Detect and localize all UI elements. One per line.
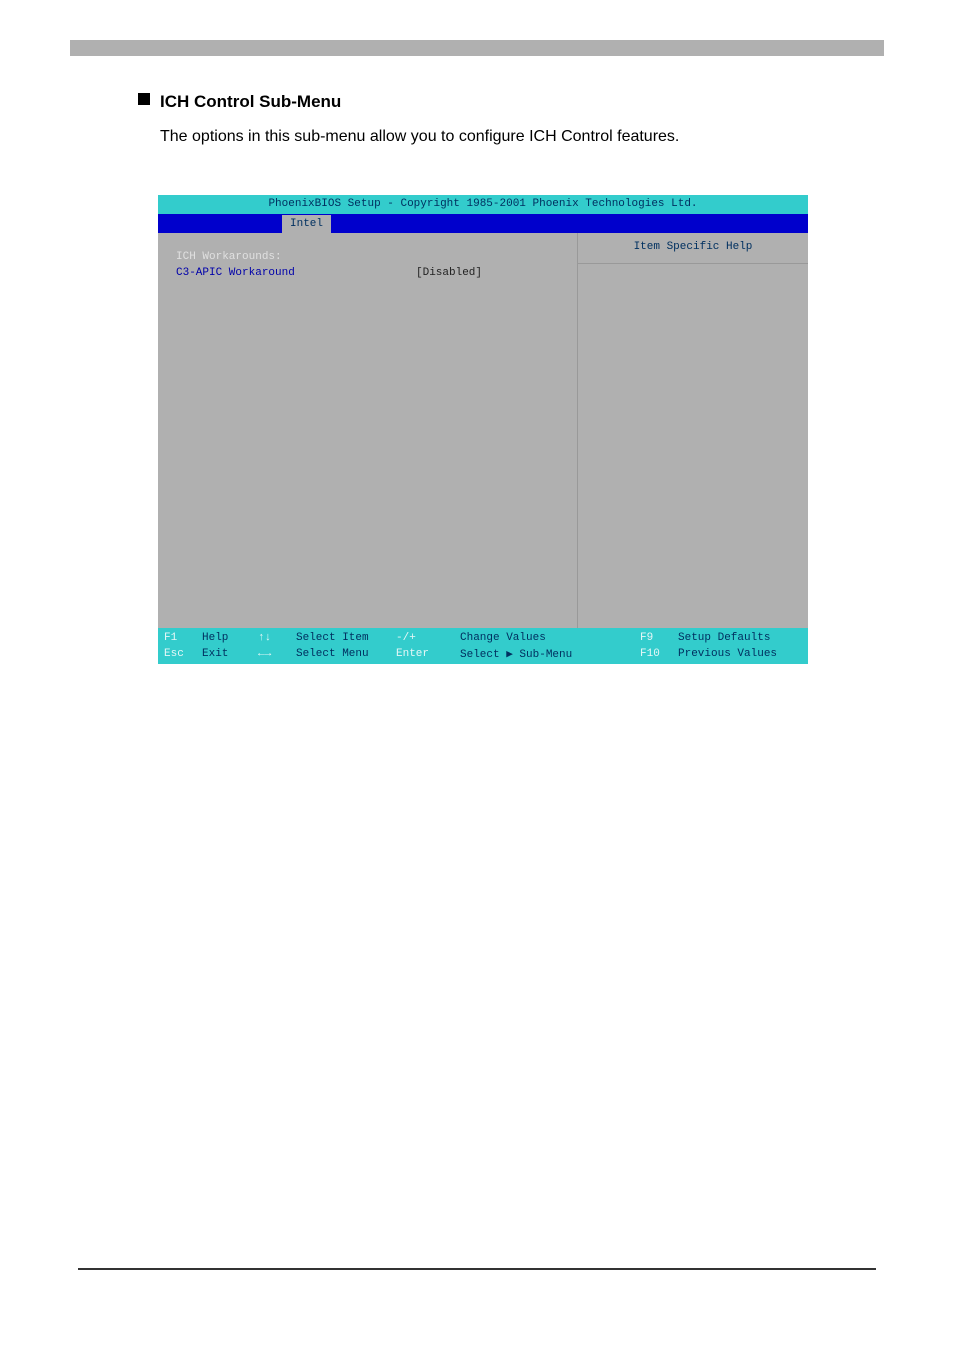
page-footer-line xyxy=(78,1268,876,1270)
key-f10-text: Previous Values xyxy=(678,648,798,660)
key-updown-text: Select Item xyxy=(296,632,396,644)
setting-label: C3-APIC Workaround xyxy=(176,267,416,279)
key-leftright-text: Select Menu xyxy=(296,648,396,660)
bios-title-bar: PhoenixBIOS Setup - Copyright 1985-2001 … xyxy=(158,195,808,214)
key-plusminus-text: Change Values xyxy=(460,632,640,644)
key-updown: ↑↓ xyxy=(258,632,296,644)
bios-footer: F1 Help ↑↓ Select Item -/+ Change Values… xyxy=(158,628,808,664)
key-esc-text: Exit xyxy=(202,648,258,660)
key-f1-text: Help xyxy=(202,632,258,644)
page-header-bar xyxy=(70,40,884,56)
key-f10: F10 xyxy=(640,648,678,660)
settings-section-header: ICH Workarounds: xyxy=(176,251,559,263)
key-leftright: ←→ xyxy=(258,648,296,660)
key-plusminus: -/+ xyxy=(396,632,460,644)
setting-row[interactable]: C3-APIC Workaround [Disabled] xyxy=(176,267,559,279)
key-esc: Esc xyxy=(164,648,202,660)
key-f1: F1 xyxy=(164,632,202,644)
bios-menu-bar[interactable]: Intel xyxy=(158,214,808,233)
setting-value[interactable]: [Disabled] xyxy=(416,267,482,279)
bios-screen: PhoenixBIOS Setup - Copyright 1985-2001 … xyxy=(158,195,808,663)
key-f9: F9 xyxy=(640,632,678,644)
key-f9-text: Setup Defaults xyxy=(678,632,798,644)
bios-content: ICH Workarounds: C3-APIC Workaround [Dis… xyxy=(158,233,808,628)
section-description: The options in this sub-menu allow you t… xyxy=(160,128,679,146)
help-divider xyxy=(578,263,808,264)
help-title: Item Specific Help xyxy=(578,233,808,253)
bios-help-panel: Item Specific Help xyxy=(578,233,808,628)
bullet-icon xyxy=(138,93,150,105)
tab-intel[interactable]: Intel xyxy=(282,215,331,233)
key-enter-text: Select ▶ Sub-Menu xyxy=(460,647,640,661)
bios-settings-panel: ICH Workarounds: C3-APIC Workaround [Dis… xyxy=(158,233,578,628)
section-title: ICH Control Sub-Menu xyxy=(160,92,341,112)
key-enter: Enter xyxy=(396,648,460,660)
